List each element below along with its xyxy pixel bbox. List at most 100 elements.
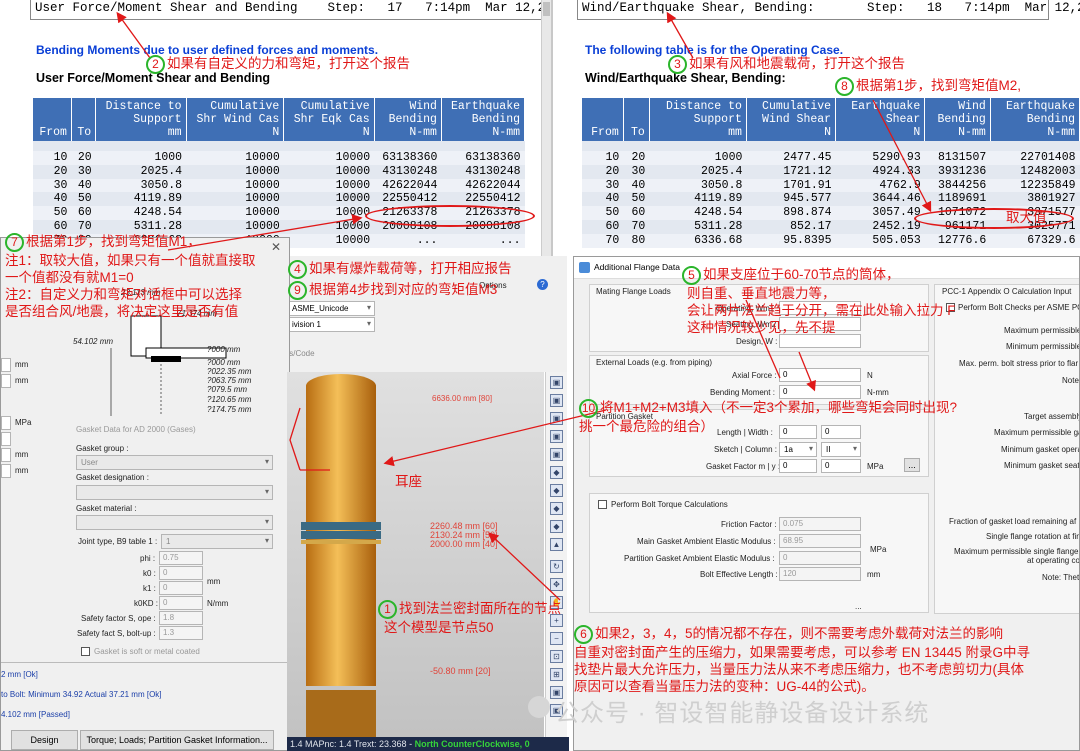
table-cell: 42622044 [374, 178, 442, 193]
table-cell: 60 [623, 206, 650, 220]
view-icon[interactable]: ▲ [550, 538, 563, 551]
table-cell: 40 [71, 178, 96, 193]
input-field[interactable] [1, 432, 11, 446]
table-cell: 2025.4 [95, 164, 187, 179]
gasket-factor-label: Gasket Factor m | y : [706, 462, 781, 471]
view-icon[interactable]: ◆ [550, 502, 563, 515]
pcc-label: Note: Thet [1042, 573, 1080, 582]
gasket-factor-y-field[interactable]: 0 [821, 459, 861, 473]
table-cell: 4248.54 [649, 206, 747, 220]
status-line: to Bolt: Minimum 34.92 Actual 37.21 mm [… [1, 690, 162, 699]
partition-modulus-field[interactable]: 0 [779, 551, 861, 565]
view-icon[interactable]: ▣ [550, 376, 563, 389]
torque-loads-button[interactable]: Torque; Loads; Partition Gasket Informat… [80, 730, 274, 750]
table-cell: 10000 [186, 178, 284, 193]
division-combo[interactable]: ivision 1 [287, 317, 375, 332]
annotation-step-9: 9 根据第4步找到对应的弯矩值M3 [288, 281, 497, 300]
sf-bolt-field[interactable]: 1.3 [159, 626, 203, 640]
input-field[interactable] [1, 358, 11, 372]
unit-label: mm [867, 570, 881, 579]
zoom-window-icon[interactable]: ⊡ [550, 650, 563, 663]
factor-browse-button[interactable]: ... [904, 458, 920, 472]
dim-label: 54.102 mm [73, 337, 114, 346]
sf-ope-field[interactable]: 1.8 [159, 611, 203, 625]
torque-checkbox[interactable] [598, 500, 607, 509]
k0kd-field[interactable]: 0 [159, 596, 203, 610]
view-icon[interactable]: ◆ [550, 484, 563, 497]
table-cell: 60 [582, 219, 624, 234]
table-cell: 20 [71, 151, 96, 165]
table-cell: 40 [582, 192, 624, 207]
bending-moment-field[interactable]: 0 [779, 385, 861, 399]
view-icon[interactable]: ◆ [550, 520, 563, 533]
input-field[interactable] [1, 416, 11, 430]
table-cell: 10000 [283, 164, 375, 179]
status-bar: 1.4 MAPnc: 1.4 Trext: 23.368 - North Cou… [287, 737, 569, 751]
view-icon[interactable]: ▣ [550, 448, 563, 461]
fit-icon[interactable]: ⊞ [550, 668, 563, 681]
column-header: From [33, 98, 72, 141]
view-icon[interactable]: ▣ [550, 412, 563, 425]
design-field[interactable] [779, 334, 861, 348]
font-combo[interactable]: ASME_Unicode [287, 301, 375, 316]
view-icon[interactable]: ▣ [550, 430, 563, 443]
table-cell: 12482003 [990, 164, 1080, 179]
gasket-material-select[interactable] [76, 515, 273, 530]
pcc-label: Maximum permissible [1004, 326, 1080, 335]
gasket-factor-m-field[interactable]: 0 [779, 459, 817, 473]
table-cell: 10000 [186, 206, 284, 220]
bolt-length-field[interactable]: 120 [779, 567, 861, 581]
column-header: Earthquake Bending N-mm [441, 98, 526, 141]
table-cell: 80 [623, 233, 650, 248]
rotate-icon[interactable]: ↻ [550, 560, 563, 573]
column-select[interactable]: II [821, 442, 861, 457]
gasket-material-label: Gasket material : [76, 504, 137, 513]
sketch-select[interactable]: 1a [779, 442, 817, 457]
status-line: 4.102 mm [Passed] [1, 710, 70, 719]
phi-field[interactable]: 0.75 [159, 551, 203, 565]
close-icon[interactable]: ✕ [271, 240, 281, 254]
table-cell: 30 [33, 178, 72, 193]
k1-field[interactable]: 0 [159, 581, 203, 595]
design-button[interactable]: Design [11, 730, 78, 750]
table-cell: 10000 [283, 178, 375, 193]
axial-force-field[interactable]: 0 [779, 368, 861, 382]
wechat-icon [528, 696, 550, 718]
gasket-group-select[interactable]: User [76, 455, 273, 470]
move-icon[interactable]: ✥ [550, 578, 563, 591]
soft-gasket-checkbox[interactable] [81, 647, 90, 656]
joint-type-select[interactable]: 1 [161, 534, 273, 549]
unit-label: mm [207, 577, 221, 586]
help-icon[interactable]: ? [537, 279, 548, 290]
right-report-header: Wind/Earthquake Shear, Bending: Step: 18… [577, 0, 1080, 20]
gasket-group-label: Gasket group : [76, 444, 129, 453]
k0-field[interactable]: 0 [159, 566, 203, 580]
unit-label: N/mm [207, 599, 229, 608]
input-field[interactable] [1, 374, 11, 388]
table-cell: 10000 [283, 192, 375, 207]
pcc-label: Note [1062, 376, 1079, 385]
column-header: To [623, 98, 650, 141]
table-cell: 5290.93 [835, 151, 925, 165]
table-row: 70 80 6336.68 95.8395 505.053 12776.6 67329.6 [582, 233, 1080, 248]
friction-field[interactable]: 0.075 [779, 517, 861, 531]
table-cell: 4762.9 [835, 178, 925, 193]
main-modulus-field[interactable]: 68.95 [779, 534, 861, 548]
input-field[interactable] [1, 448, 11, 462]
gasket-designation-select[interactable] [76, 485, 273, 500]
unit-label: N-mm [867, 388, 889, 397]
left-report-scrollbar[interactable] [541, 0, 551, 256]
view-icon[interactable]: ◆ [550, 466, 563, 479]
more-indicator[interactable]: ... [855, 602, 862, 611]
input-field[interactable] [1, 464, 11, 478]
annotation-step-5: 5 如果支座位于60-70节点的筒体， 则自重、垂直地震力等， 会让两片法兰趋于分… [682, 266, 956, 336]
table-cell: 3931236 [924, 164, 991, 179]
table-cell: 43130248 [374, 164, 442, 179]
view-icon[interactable]: ▣ [550, 394, 563, 407]
view-toolbar: ▣ ▣ ▣ ▣ ▣ ◆ ◆ ◆ ◆ ▲ ↻ ✥ ✋ + − ⊡ ⊞ ▣ ▣ [545, 372, 567, 737]
sf-bolt-label: Safety fact S, bolt-up : [77, 629, 156, 638]
pcc-label: Target assembly [1024, 412, 1080, 421]
design-label: Design, W : [736, 337, 778, 346]
unit-label: MPa [15, 418, 32, 427]
3d-model-view[interactable]: 6636.00 mm [80] 2260.48 mm [60] 2130.24 … [287, 372, 544, 737]
